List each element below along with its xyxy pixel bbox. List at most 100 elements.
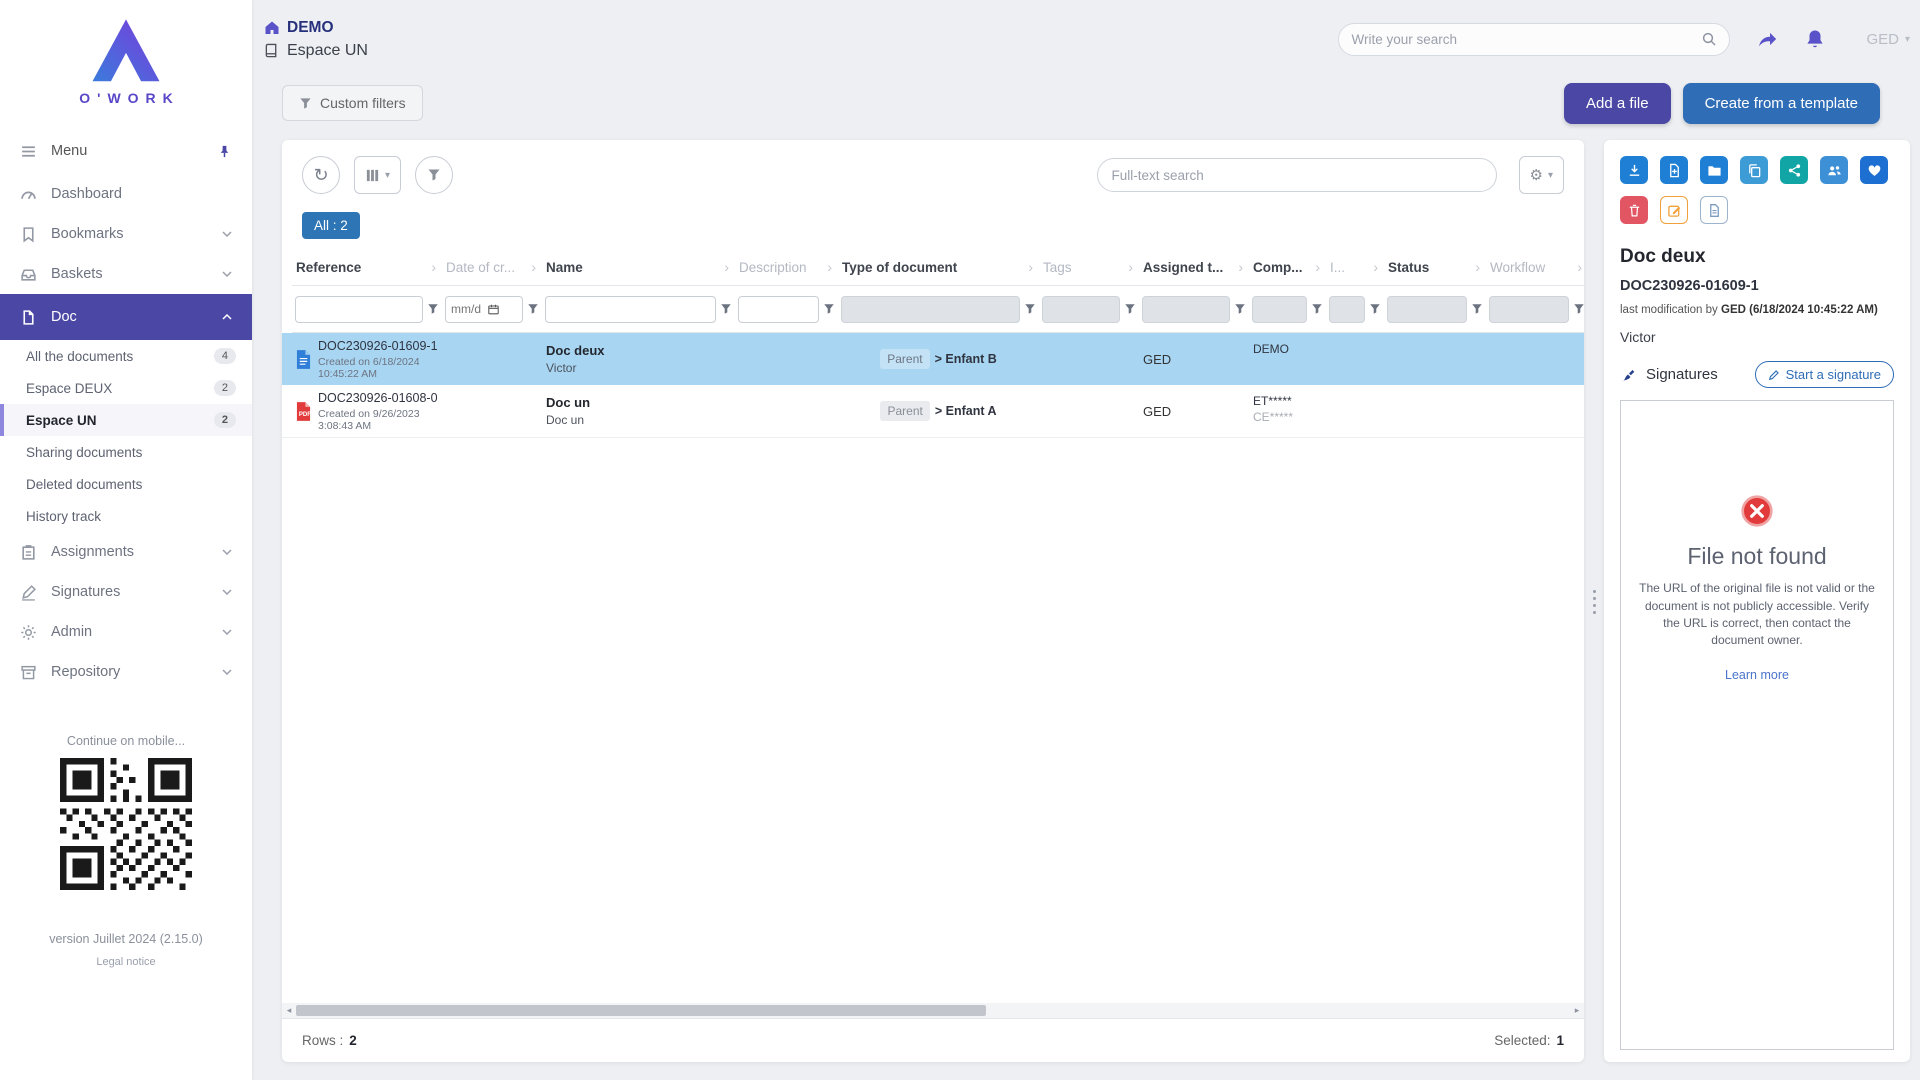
- basket-icon: [20, 266, 37, 283]
- column-header-name[interactable]: Name›: [542, 249, 735, 285]
- horizontal-scrollbar[interactable]: ◂ ▸: [282, 1003, 1584, 1018]
- funnel-icon[interactable]: [823, 303, 835, 315]
- sidebar-item-admin[interactable]: Admin: [0, 612, 252, 652]
- sidebar-item-baskets[interactable]: Baskets: [0, 254, 252, 294]
- table-settings-button[interactable]: ⚙ ▾: [1519, 156, 1564, 194]
- sub-item-label: All the documents: [26, 349, 133, 364]
- download-button[interactable]: [1620, 156, 1648, 184]
- column-header-description[interactable]: Description›: [735, 249, 838, 285]
- sidebar-item-deleted-documents[interactable]: Deleted documents: [0, 468, 252, 500]
- sidebar-item-history-track[interactable]: History track: [0, 500, 252, 532]
- column-header-type[interactable]: Type of document›: [838, 249, 1039, 285]
- new-version-button[interactable]: [1660, 156, 1688, 184]
- brand-home[interactable]: DEMO: [264, 19, 368, 37]
- funnel-icon[interactable]: [1024, 303, 1036, 315]
- funnel-icon[interactable]: [1369, 303, 1381, 315]
- created-date: Created on 9/26/2023 3:08:43 AM: [318, 408, 438, 432]
- scrollbar-thumb[interactable]: [296, 1005, 986, 1016]
- user-menu[interactable]: GED ▾: [1866, 31, 1910, 48]
- column-header-comp[interactable]: Comp...›: [1249, 249, 1326, 285]
- pin-sidebar-icon[interactable]: [217, 144, 232, 159]
- sidebar-item-dashboard[interactable]: Dashboard: [0, 174, 252, 214]
- fulltext-search-input[interactable]: [1112, 168, 1482, 183]
- table-row[interactable]: PDF DOC230926-01608-0 Created on 9/26/20…: [282, 385, 1584, 438]
- refresh-button[interactable]: ↻: [302, 156, 340, 194]
- funnel-icon[interactable]: [1573, 303, 1584, 315]
- filter-description-input[interactable]: [738, 296, 819, 323]
- funnel-icon[interactable]: [527, 303, 539, 315]
- custom-filters-button[interactable]: Custom filters: [282, 85, 423, 121]
- scroll-left-icon[interactable]: ◂: [282, 1003, 296, 1018]
- tab-all[interactable]: All : 2: [302, 212, 360, 239]
- sort-icon: ›: [1315, 259, 1322, 275]
- sidebar-item-label: Baskets: [51, 266, 103, 282]
- sort-icon: ›: [1128, 259, 1135, 275]
- create-from-template-button[interactable]: Create from a template: [1683, 83, 1880, 124]
- funnel-icon[interactable]: [1471, 303, 1483, 315]
- search-icon[interactable]: [1701, 31, 1717, 47]
- pdf-file-icon: PDF: [296, 402, 311, 421]
- modified-by: GED: [1721, 304, 1746, 316]
- filter-assigned-select[interactable]: [1142, 296, 1230, 323]
- logo-text: O'WORK: [72, 90, 180, 106]
- learn-more-link[interactable]: Learn more: [1725, 668, 1789, 682]
- sort-icon: ›: [1028, 259, 1035, 275]
- table-header-row: Reference› Date of cr...› Name› Descript…: [292, 249, 1584, 286]
- column-header-tags[interactable]: Tags›: [1039, 249, 1139, 285]
- column-header-reference[interactable]: Reference›: [292, 249, 442, 285]
- properties-button[interactable]: [1700, 196, 1728, 224]
- column-header-status[interactable]: Status›: [1384, 249, 1486, 285]
- scroll-right-icon[interactable]: ▸: [1570, 1003, 1584, 1018]
- filter-reference-input[interactable]: [295, 296, 423, 323]
- columns-button[interactable]: ▾: [354, 156, 401, 194]
- column-header-date[interactable]: Date of cr...›: [442, 249, 542, 285]
- sidebar-item-all-documents[interactable]: All the documents 4: [0, 340, 252, 372]
- filter-tags-select[interactable]: [1042, 296, 1120, 323]
- column-header-i[interactable]: I...›: [1326, 249, 1384, 285]
- doc-name: Doc un: [546, 395, 731, 410]
- start-signature-button[interactable]: Start a signature: [1755, 361, 1894, 388]
- filter-button[interactable]: [415, 156, 453, 194]
- filter-date-input[interactable]: [445, 296, 523, 323]
- add-file-button[interactable]: Add a file: [1564, 83, 1671, 124]
- column-header-assigned[interactable]: Assigned t...›: [1139, 249, 1249, 285]
- bell-icon[interactable]: [1804, 28, 1826, 50]
- filter-workflow-select[interactable]: [1489, 296, 1569, 323]
- sidebar-item-signatures[interactable]: Signatures: [0, 572, 252, 612]
- share-icon[interactable]: [1756, 28, 1778, 50]
- global-search-input[interactable]: [1351, 32, 1701, 47]
- mobile-section: Continue on mobile... version Juillet 20…: [0, 734, 252, 1080]
- filter-name-input[interactable]: [545, 296, 716, 323]
- filter-status-select[interactable]: [1387, 296, 1467, 323]
- sidebar-item-assignments[interactable]: Assignments: [0, 532, 252, 572]
- sidebar-item-espace-un[interactable]: Espace UN 2: [0, 404, 252, 436]
- legal-notice-link[interactable]: Legal notice: [96, 956, 155, 968]
- filter-type-select[interactable]: [841, 296, 1020, 323]
- column-header-workflow[interactable]: Workflow›: [1486, 249, 1584, 285]
- filter-comp-select[interactable]: [1252, 296, 1307, 323]
- sidebar-item-doc[interactable]: Doc: [0, 294, 252, 340]
- sidebar-item-repository[interactable]: Repository: [0, 652, 252, 692]
- share-document-button[interactable]: [1780, 156, 1808, 184]
- assign-users-button[interactable]: [1820, 156, 1848, 184]
- sidebar-item-sharing-documents[interactable]: Sharing documents: [0, 436, 252, 468]
- delete-button[interactable]: [1620, 196, 1648, 224]
- sidebar-menu-toggle[interactable]: Menu: [0, 128, 252, 174]
- funnel-icon[interactable]: [1311, 303, 1323, 315]
- funnel-icon[interactable]: [720, 303, 732, 315]
- doc-name-sub: Victor: [546, 361, 731, 375]
- table-row[interactable]: DOC230926-01609-1 Created on 6/18/2024 1…: [282, 333, 1584, 385]
- funnel-icon[interactable]: [1124, 303, 1136, 315]
- filter-i-select[interactable]: [1329, 296, 1365, 323]
- edit-button[interactable]: [1660, 196, 1688, 224]
- open-folder-button[interactable]: [1700, 156, 1728, 184]
- panel-resize-handle[interactable]: [1584, 140, 1604, 1062]
- sidebar-item-bookmarks[interactable]: Bookmarks: [0, 214, 252, 254]
- sidebar-item-label: Admin: [51, 624, 92, 640]
- funnel-icon[interactable]: [1234, 303, 1246, 315]
- favorite-button[interactable]: [1860, 156, 1888, 184]
- date-text-input[interactable]: [451, 302, 485, 316]
- copy-button[interactable]: [1740, 156, 1768, 184]
- funnel-icon[interactable]: [427, 303, 439, 315]
- sidebar-item-espace-deux[interactable]: Espace DEUX 2: [0, 372, 252, 404]
